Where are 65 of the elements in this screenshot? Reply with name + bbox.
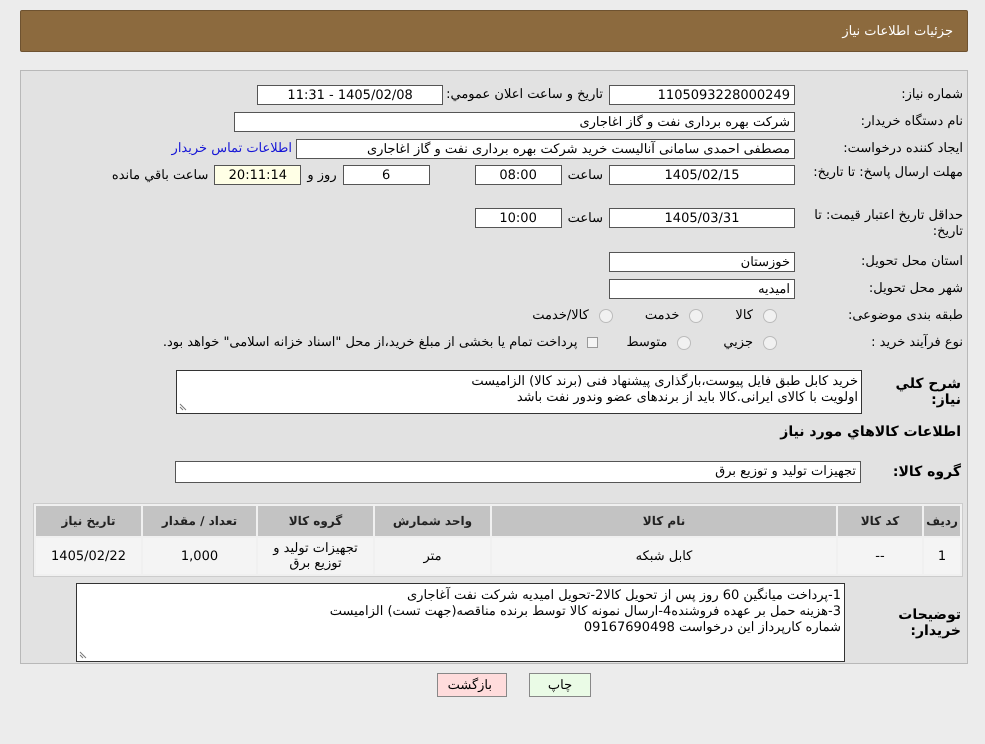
contact-link[interactable]: اطلاعات تماس خريدار [172,141,292,156]
field-label: گروه کالا: [892,464,962,480]
text-field[interactable]: شرکت بهره برداری نفت و گاز اغاجاری [234,112,795,132]
field-label: كالا/خدمت [532,308,589,323]
radio-button[interactable] [689,308,704,322]
field-label: شهر محل تحویل: [868,280,964,296]
countdown-field[interactable]: 20:11:14 [214,165,302,185]
table-cell: -- [838,538,922,574]
field-label: ساعت باقي مانده [112,168,208,182]
page-title: جزئیات اطلاعات نیاز [842,24,953,38]
text-field[interactable]: 1105093228000249 [609,84,795,104]
field-label: شرح کلي نياز: [894,376,962,408]
text-field[interactable]: 1405/03/31 [609,208,795,228]
section-title: اطلاعات کالاهاي مورد نياز [778,424,962,442]
field-label: روز و [307,168,337,182]
checkbox[interactable] [587,337,598,348]
radio-button[interactable] [677,336,692,350]
text-area[interactable]: 1-پرداخت میانگین 60 روز پس از تحویل کالا2-تحویل امیدیه شرکت نفت آغاجاری 3-هزینه حمل بر عهده فروشنده4-ارسال نمونه کالا توسط برنده مناقصه(جهت تست) الزامیست شماره کارپرداز این درخواست 09167690498 [76,583,845,662]
field-label: طبقه بندی موضوعی: [846,308,964,324]
field-label: متوسط [626,335,668,350]
field-label: توضیحات خریدار: [897,606,962,638]
column-header: واحد شمارش [375,506,490,536]
field-label: نام دستگاه خريدار: [860,114,964,130]
text-area[interactable]: خرید کابل طبق فایل پیوست،بارگذاری پیشنهاد فنی (برند کالا) الزامیست اولویت با کالای ایرانی.کالا باید از برندهای عضو وندور نفت باشد [176,370,862,414]
column-header: رديف [924,506,960,536]
radio-button[interactable] [763,308,777,322]
field-label: كالا [735,308,753,323]
table-cell: 1,000 [143,538,256,574]
field-label: پرداخت تمام یا بخشی از مبلغ خرید،از محل "اسناد خزانه اسلامی" خواهد بود. [162,335,578,350]
text-field[interactable]: 6 [342,165,430,185]
field-label: ساعت [568,210,603,226]
column-header: گروه کالا [258,506,373,536]
table-cell: تجهیزات تولید و توزیع برق [258,538,373,574]
field-label: خدمت [644,308,680,323]
text-field[interactable]: 08:00 [474,165,562,185]
back-button[interactable]: بازگشت [437,673,507,697]
text-field[interactable]: 1405/02/08 - 11:31 [257,84,444,104]
field-label: نوع فرآیند خرید : [870,334,964,350]
radio-button[interactable] [763,336,777,350]
table-cell: 1405/02/22 [36,538,141,574]
table-cell: کابل شبکه [492,538,836,574]
field-label: شماره نیاز: [900,86,964,102]
radio-button[interactable] [598,308,613,322]
column-header: کد کالا [838,506,922,536]
field-label: جزيي [723,335,753,350]
text-field[interactable]: 10:00 [474,208,562,228]
resize-grip-icon[interactable] [79,651,87,659]
resize-grip-icon[interactable] [179,403,187,411]
table-cell: 1 [924,538,960,574]
text-field[interactable]: امیدیه [609,278,795,298]
field-label: ساعت [568,168,603,182]
field-label: مهلت ارسال پاسخ: تا تاریخ: [812,165,964,181]
field-label: ایجاد کننده درخواست: [842,140,964,156]
text-field[interactable]: 1405/02/15 [609,165,795,185]
text-field[interactable]: خوزستان [609,252,795,272]
field-label: حداقل تاریخ اعتبار قیمت: تا تاریخ: [813,208,964,240]
print-button[interactable]: چاپ [529,673,591,697]
column-header: تعداد / مقدار [143,506,256,536]
text-field[interactable]: مصطفی احمدی سامانی آنالیست خرید شرکت بهره برداری نفت و گاز اغاجاری [296,138,795,158]
column-header: تاریخ نیاز [36,506,141,536]
table-cell: متر [375,538,490,574]
text-field[interactable]: تجهیزات تولید و توزیع برق [175,460,861,482]
field-label: استان محل تحویل: [860,254,964,270]
field-label: تاریخ و ساعت اعلان عمومي: [446,87,603,102]
column-header: نام کالا [492,506,836,536]
